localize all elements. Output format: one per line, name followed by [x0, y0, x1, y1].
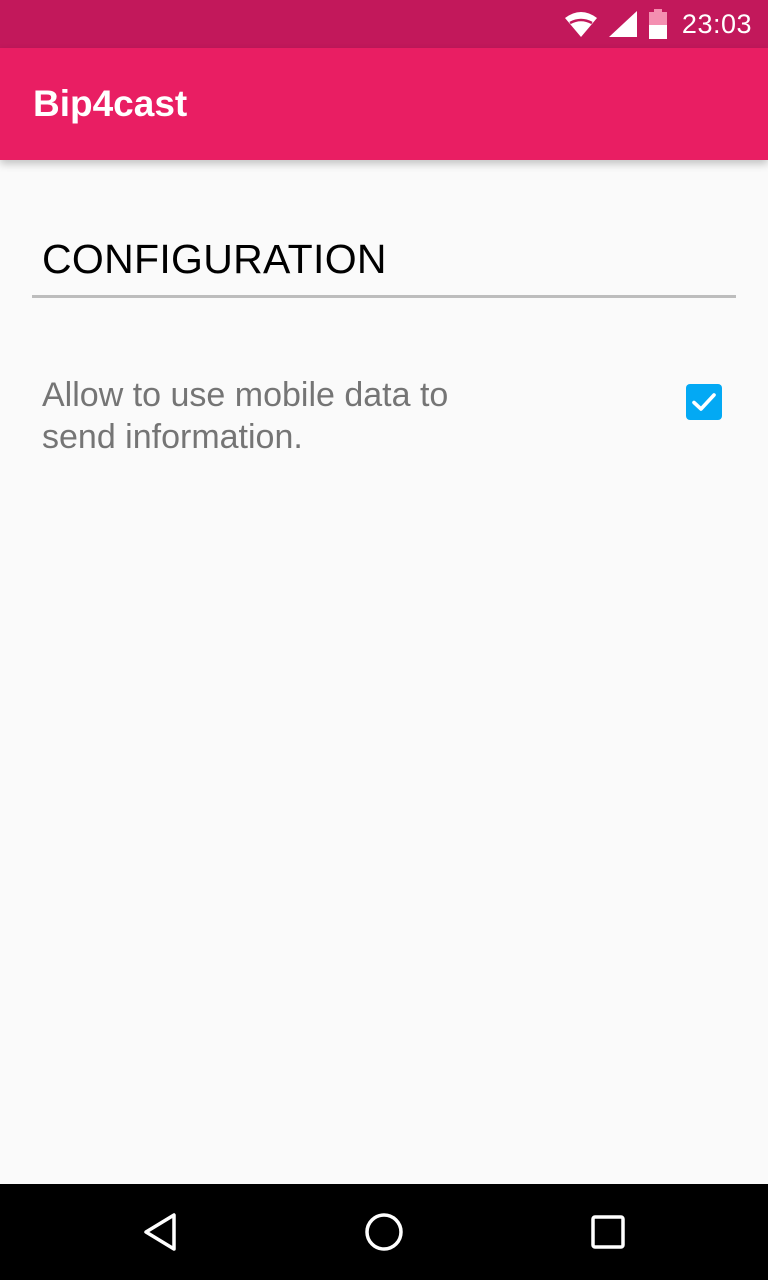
back-icon — [144, 1213, 176, 1251]
cell-signal-icon — [608, 10, 638, 38]
checkmark-icon — [692, 393, 716, 411]
preference-label: Allow to use mobile data to send informa… — [42, 376, 449, 456]
app-title: Bip4cast — [33, 83, 188, 124]
section-header-configuration: CONFIGURATION — [42, 236, 387, 282]
mobile-data-checkbox[interactable] — [686, 384, 722, 420]
app-bar: Bip4cast — [0, 48, 768, 160]
section-divider — [32, 295, 736, 298]
back-button[interactable] — [136, 1208, 184, 1256]
status-time: 23:03 — [681, 8, 752, 39]
battery-icon — [648, 9, 668, 39]
home-icon — [365, 1213, 403, 1251]
settings-content: CONFIGURATION Allow to use mobile data t… — [0, 160, 768, 1184]
navigation-bar — [0, 1184, 768, 1280]
screen: 23:03 Bip4cast CONFIGURATION Allow to us… — [0, 0, 768, 1280]
home-button[interactable] — [360, 1208, 408, 1256]
recents-icon — [591, 1215, 625, 1249]
recents-button[interactable] — [584, 1208, 632, 1256]
wifi-icon — [564, 10, 598, 38]
status-bar: 23:03 — [0, 0, 768, 48]
preference-mobile-data[interactable]: Allow to use mobile data to send informa… — [0, 366, 768, 470]
